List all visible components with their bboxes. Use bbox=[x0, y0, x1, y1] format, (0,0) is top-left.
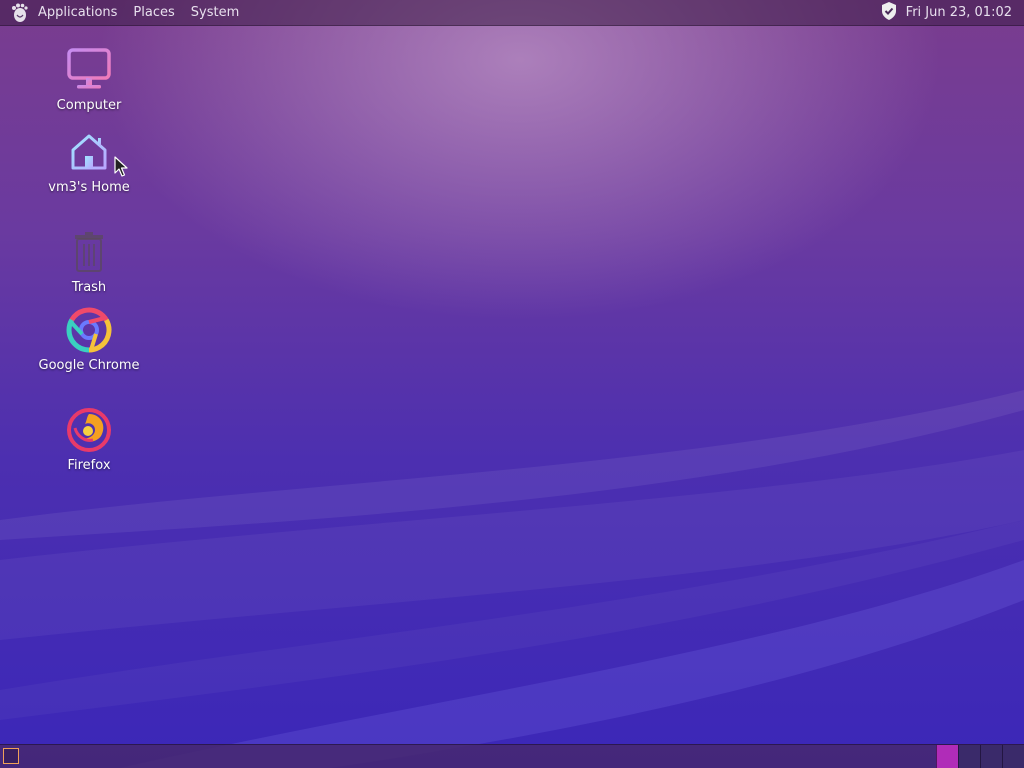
gnome-foot-icon[interactable] bbox=[8, 2, 30, 24]
desktop-icon-label: vm3's Home bbox=[48, 180, 130, 195]
shield-check-icon[interactable] bbox=[880, 1, 898, 25]
applications-menu[interactable]: Applications bbox=[30, 0, 125, 26]
wallpaper bbox=[0, 390, 1024, 768]
show-desktop-button[interactable] bbox=[3, 748, 19, 764]
workspace-4[interactable] bbox=[1002, 745, 1024, 768]
workspace-3[interactable] bbox=[980, 745, 1002, 768]
desktop-icon-label: Firefox bbox=[67, 458, 111, 473]
desktop-icon-firefox[interactable]: Firefox bbox=[34, 406, 144, 473]
workspace-1[interactable] bbox=[936, 745, 958, 768]
computer-icon bbox=[65, 46, 113, 94]
desktop-icon-label: Google Chrome bbox=[38, 358, 140, 373]
clock[interactable]: Fri Jun 23, 01:02 bbox=[898, 5, 1012, 20]
mouse-cursor-icon bbox=[114, 156, 128, 177]
desktop-icon-google-chrome[interactable]: Google Chrome bbox=[34, 306, 144, 373]
top-panel: Applications Places System Fri Jun 23, 0… bbox=[0, 0, 1024, 26]
desktop-icon-label: Computer bbox=[56, 98, 122, 113]
system-tray: Fri Jun 23, 01:02 bbox=[880, 1, 1024, 25]
google-chrome-icon bbox=[65, 306, 113, 354]
desktop-icon-trash[interactable]: Trash bbox=[34, 228, 144, 295]
system-menu[interactable]: System bbox=[183, 0, 247, 26]
firefox-icon bbox=[65, 406, 113, 454]
bottom-panel bbox=[0, 744, 1024, 768]
workspace-switcher bbox=[936, 745, 1024, 768]
desktop-icon-label: Trash bbox=[71, 280, 107, 295]
workspace-2[interactable] bbox=[958, 745, 980, 768]
trash-icon bbox=[65, 228, 113, 276]
places-menu[interactable]: Places bbox=[125, 0, 182, 26]
desktop-icon-computer[interactable]: Computer bbox=[34, 46, 144, 113]
desktop[interactable]: Applications Places System Fri Jun 23, 0… bbox=[0, 0, 1024, 768]
home-folder-icon bbox=[65, 128, 113, 176]
